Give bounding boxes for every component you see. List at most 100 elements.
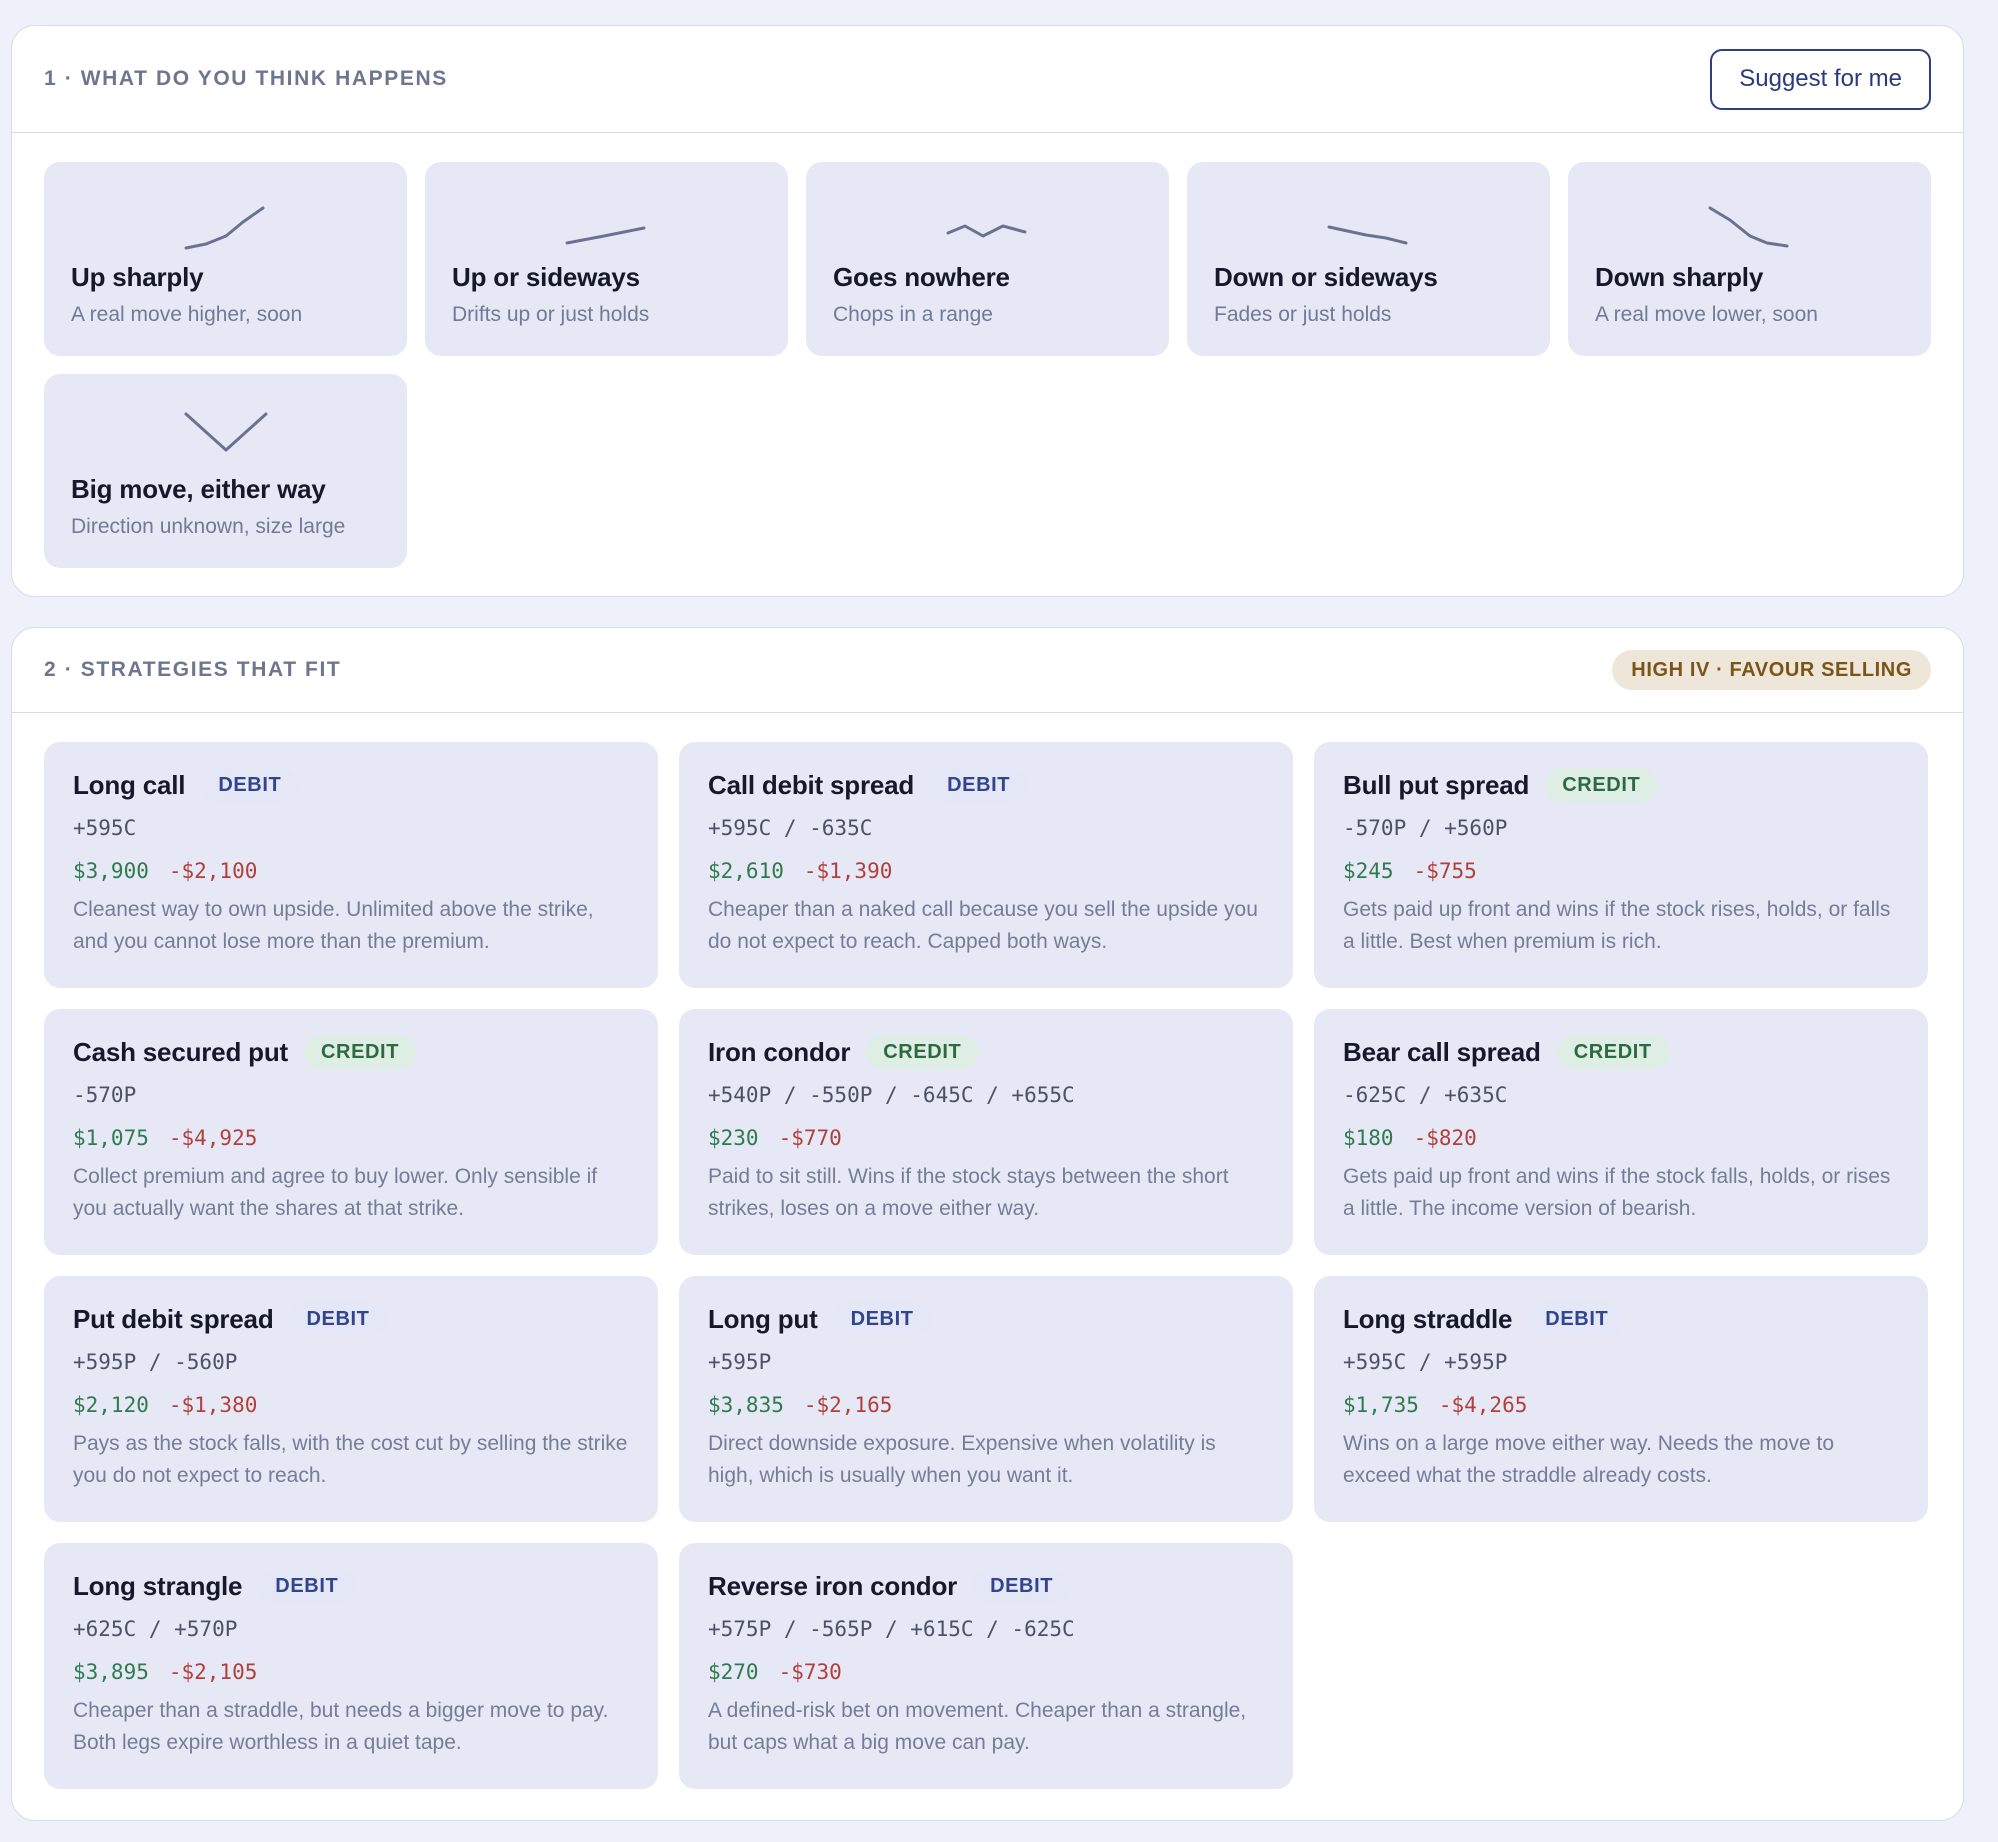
max-loss: -$820 (1413, 1126, 1477, 1150)
strategy-card[interactable]: Iron condor CREDIT +540P / -550P / -645C /… (679, 1009, 1293, 1255)
outlook-panel: 1 · What do you think happens Suggest fo… (11, 25, 1964, 597)
strategies-panel-title: 2 · Strategies that fit (44, 658, 342, 681)
strategy-type-tag: DEBIT (289, 1302, 387, 1336)
strategy-name: Reverse iron condor (708, 1570, 958, 1601)
strategy-description: Direct downside exposure. Expensive when… (708, 1432, 1216, 1487)
strategy-pnl: $245 -$755 (1343, 854, 1899, 888)
strategy-description: Cleanest way to own upside. Unlimited ab… (73, 898, 594, 953)
outlook-panel-header: 1 · What do you think happens Suggest fo… (12, 26, 1963, 133)
strategy-description: A defined-risk bet on movement. Cheaper … (708, 1699, 1247, 1754)
strategy-legs: -625C / +635C (1343, 1083, 1508, 1107)
max-loss: -$2,165 (803, 1393, 893, 1417)
strategy-legs: +595C (73, 816, 137, 840)
up-sideways-sparkline-icon (565, 226, 645, 245)
strategy-name: Iron condor (708, 1036, 851, 1067)
strategies-panel: 2 · Strategies that fit HIGH IV · FAVOUR… (11, 627, 1964, 1821)
max-loss: -$4,925 (168, 1126, 258, 1150)
max-gain: $3,900 (73, 859, 149, 883)
max-loss: -$770 (778, 1126, 842, 1150)
strategy-card[interactable]: Long straddle DEBIT +595C / +595P $1,735 -$4… (1314, 1276, 1928, 1522)
scenario-card[interactable]: Up sharply A real move higher, soon (44, 162, 407, 356)
scenario-title: Down sharply (1595, 262, 1764, 292)
strategy-pnl: $230 -$770 (708, 1121, 1264, 1155)
strategy-type-tag: DEBIT (833, 1302, 931, 1336)
scenario-subtitle: Fades or just holds (1214, 303, 1392, 326)
strategy-pnl: $3,895 -$2,105 (73, 1655, 629, 1689)
max-gain: $245 (1343, 859, 1394, 883)
strategy-name: Long call (73, 769, 186, 800)
strategy-name: Long strangle (73, 1570, 243, 1601)
strategy-name: Bull put spread (1343, 769, 1530, 800)
strategy-type-tag: DEBIT (930, 768, 1028, 802)
strategy-card[interactable]: Put debit spread DEBIT +595P / -560P $2,120… (44, 1276, 658, 1522)
strategy-legs: +575P / -565P / +615C / -625C (708, 1617, 1075, 1641)
strategy-legs: +540P / -550P / -645C / +655C (708, 1083, 1075, 1107)
scenario-card[interactable]: Up or sideways Drifts up or just holds (425, 162, 788, 356)
strategy-name: Cash secured put (73, 1036, 288, 1067)
strategy-name: Call debit spread (708, 769, 915, 800)
strategy-pnl: $270 -$730 (708, 1655, 1264, 1689)
strategy-header: Iron condor CREDIT (708, 1034, 1264, 1070)
outlook-panel-title: 1 · What do you think happens (44, 67, 448, 90)
strategy-pnl: $1,735 -$4,265 (1343, 1388, 1899, 1422)
scenario-card[interactable]: Goes nowhere Chops in a range (806, 162, 1169, 356)
strategy-legs: +595P / -560P (73, 1350, 238, 1374)
strategy-pnl: $180 -$820 (1343, 1121, 1899, 1155)
suggest-for-me-button[interactable]: Suggest for me (1710, 48, 1931, 110)
scenario-card[interactable]: Down or sideways Fades or just holds (1187, 162, 1550, 356)
strategy-type-tag: DEBIT (1528, 1302, 1626, 1336)
max-gain: $1,075 (73, 1126, 149, 1150)
strategy-legs: +595C / -635C (708, 816, 873, 840)
strategy-pnl: $1,075 -$4,925 (73, 1121, 629, 1155)
strategy-card[interactable]: Call debit spread DEBIT +595C / -635C $2,61… (679, 742, 1293, 988)
strategy-type-tag: DEBIT (201, 768, 299, 802)
strategy-description: Cheaper than a naked call because you se… (708, 898, 1258, 953)
scenario-title: Up sharply (71, 262, 204, 292)
scenario-subtitle: Drifts up or just holds (452, 303, 650, 326)
strategy-card[interactable]: Reverse iron condor DEBIT +575P / -565P / … (679, 1543, 1293, 1789)
strategy-pnl: $2,120 -$1,380 (73, 1388, 629, 1422)
max-gain: $230 (708, 1126, 759, 1150)
scenario-card[interactable]: Big move, either way Direction unknown, s… (44, 374, 407, 568)
strategy-card[interactable]: Bear call spread CREDIT -625C / +635C $180-… (1314, 1009, 1928, 1255)
scenario-card[interactable]: Down sharply A real move lower, soon (1568, 162, 1931, 356)
strategy-card[interactable]: Bull put spread CREDIT -570P / +560P $245 -$… (1314, 742, 1928, 988)
strategy-legs: -570P (73, 1083, 137, 1107)
strategy-type-tag: CREDIT (1556, 1035, 1669, 1069)
strategy-header: Call debit spread DEBIT (708, 767, 1264, 803)
strategy-type-tag: DEBIT (258, 1569, 356, 1603)
scenario-title: Goes nowhere (833, 262, 1010, 292)
scenario-title: Up or sideways (452, 262, 640, 292)
strategy-header: Long strangle DEBIT (73, 1568, 629, 1604)
strategy-type-tag: CREDIT (303, 1035, 417, 1069)
strategy-legs: +625C / +570P (73, 1617, 238, 1641)
up-sharply-sparkline-icon (184, 206, 264, 250)
scenario-subtitle: A real move higher, soon (71, 303, 303, 326)
strategy-card[interactable]: Long strangle DEBIT +625C / +570P $3,895 -$2… (44, 1543, 658, 1789)
strategy-grid: Long call DEBIT +595C $3,900 -$2,100 Cleanest… (12, 713, 1963, 1789)
strategy-pnl: $3,835 -$2,165 (708, 1388, 1264, 1422)
strategy-card[interactable]: Cash secured put CREDIT -570P $1,075 -$4,925… (44, 1009, 658, 1255)
strategy-name: Put debit spread (73, 1303, 274, 1334)
scenario-subtitle: A real move lower, soon (1595, 303, 1818, 326)
down-sideways-sparkline-icon (1327, 225, 1407, 245)
scenario-subtitle: Chops in a range (833, 303, 993, 326)
strategy-description: Wins on a large move either way. Needs t… (1343, 1432, 1835, 1487)
strategy-card[interactable]: Long call DEBIT +595C $3,900 -$2,100 Cleanest… (44, 742, 658, 988)
strategy-description: Cheaper than a straddle, but needs a big… (73, 1699, 609, 1754)
max-loss: -$1,390 (803, 859, 893, 883)
max-gain: $3,895 (73, 1660, 149, 1684)
strategy-description: Gets paid up front and wins if the stock… (1343, 1165, 1891, 1220)
iv-status-badge: HIGH IV · FAVOUR SELLING (1612, 650, 1931, 690)
max-loss: -$730 (778, 1660, 842, 1684)
strategy-card[interactable]: Long put DEBIT +595P $3,835 -$2,165 Direct do… (679, 1276, 1293, 1522)
strategy-pnl: $3,900 -$2,100 (73, 854, 629, 888)
max-gain: $180 (1343, 1126, 1394, 1150)
strategy-description: Pays as the stock falls, with the cost c… (73, 1432, 628, 1487)
strategy-header: Long put DEBIT (708, 1301, 1264, 1337)
max-gain: $1,735 (1343, 1393, 1419, 1417)
scenario-subtitle: Direction unknown, size large (71, 515, 346, 538)
strategy-header: Long call DEBIT (73, 767, 629, 803)
strategy-description: Paid to sit still. Wins if the stock sta… (708, 1165, 1229, 1220)
strategy-header: Reverse iron condor DEBIT (708, 1568, 1264, 1604)
